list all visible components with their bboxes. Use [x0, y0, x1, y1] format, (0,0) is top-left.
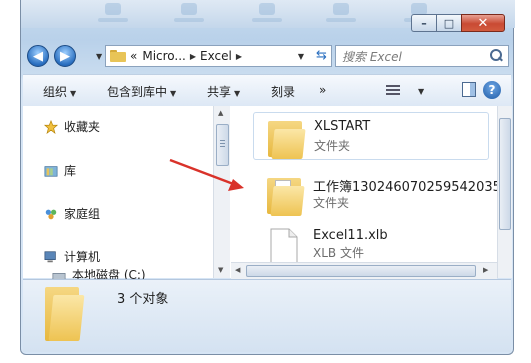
- forward-button[interactable]: ▶: [54, 45, 76, 67]
- scroll-up-icon[interactable]: ▲: [218, 109, 223, 117]
- file-icon: [270, 228, 298, 264]
- minimize-button[interactable]: –: [411, 14, 436, 32]
- breadcrumb-item-excel[interactable]: Excel: [200, 49, 232, 63]
- forward-arrow-icon: ▶: [60, 48, 70, 64]
- search-input[interactable]: 搜索 Excel: [342, 48, 402, 65]
- star-icon: [43, 119, 59, 134]
- caption-buttons: – □ ✕: [411, 14, 505, 32]
- dropdown-arrow-icon: ▼: [170, 89, 177, 98]
- dropdown-arrow-icon: ▼: [70, 89, 77, 98]
- share-label: 共享: [207, 85, 232, 99]
- file-list: XLSTART 文件夹 工作簿1302460702595420350 文件夹 E…: [231, 106, 509, 278]
- search-box[interactable]: 搜索 Excel: [335, 45, 509, 67]
- include-in-library-label: 包含到库中: [107, 85, 168, 99]
- recent-pages-dropdown[interactable]: ▼: [96, 52, 102, 61]
- navigation-bar: ◀ ▶ ▼ « Micro... ▶ Excel ▶ ▼ ⇆ 搜索 Excel: [21, 42, 515, 70]
- sidebar-item-label: 家庭组: [64, 207, 101, 221]
- share-menu[interactable]: 共享 ▼: [207, 83, 240, 100]
- help-icon[interactable]: ?: [483, 81, 501, 99]
- folder-icon: [110, 50, 126, 62]
- organize-menu[interactable]: 组织 ▼: [43, 83, 76, 100]
- breadcrumb-overflow[interactable]: «: [130, 49, 137, 63]
- item-count: 3 个对象: [117, 292, 169, 307]
- file-name: XLSTART: [314, 119, 371, 134]
- homegroup-icon: [45, 209, 57, 219]
- change-view-icon[interactable]: [386, 83, 402, 97]
- organize-label: 组织: [43, 85, 68, 99]
- file-name: Excel11.xlb: [313, 228, 388, 243]
- navigation-pane-scrollbar[interactable]: ▲ ▼: [213, 106, 230, 278]
- file-type: XLB 文件: [313, 246, 364, 260]
- ghost-toolbar-icon: [93, 3, 133, 25]
- include-in-library-menu[interactable]: 包含到库中 ▼: [107, 83, 176, 100]
- sidebar-item-computer[interactable]: 计算机: [43, 248, 100, 265]
- dropdown-arrow-icon: ▼: [234, 89, 241, 98]
- folder-icon: [267, 176, 305, 216]
- sidebar-item-label: 本地磁盘 (C:): [72, 269, 146, 279]
- ghost-toolbar-icon: [321, 3, 361, 25]
- scroll-down-icon[interactable]: ▼: [218, 266, 223, 274]
- close-button[interactable]: ✕: [461, 14, 505, 32]
- sidebar-item-label: 收藏夹: [64, 120, 101, 134]
- scrollbar-thumb[interactable]: [216, 124, 229, 166]
- sidebar-item-homegroup[interactable]: 家庭组: [43, 205, 100, 222]
- scrollbar-thumb[interactable]: [499, 118, 511, 230]
- sidebar-item-label: 计算机: [64, 250, 101, 264]
- ghost-toolbar-icon: [169, 3, 209, 25]
- scrollbar-thumb[interactable]: [246, 265, 476, 277]
- search-icon[interactable]: [490, 49, 504, 63]
- file-list-horizontal-scrollbar[interactable]: ◀ ▶: [231, 262, 497, 279]
- sidebar-item-libraries[interactable]: 库: [43, 162, 76, 179]
- back-arrow-icon: ◀: [33, 48, 43, 64]
- explorer-window: – □ ✕ ◀ ▶ ▼ « Micro... ▶ Excel ▶ ▼ ⇆ 搜索 …: [20, 0, 515, 355]
- sidebar-item-favorites[interactable]: 收藏夹: [43, 118, 100, 135]
- ghost-toolbar-icon: [247, 3, 287, 25]
- maximize-button[interactable]: □: [436, 14, 461, 32]
- navigation-pane: 收藏夹 库 家庭组 计算机 本地磁盘 (C:): [23, 106, 213, 279]
- more-commands-button[interactable]: »: [319, 83, 326, 97]
- command-bar: 组织 ▼ 包含到库中 ▼ 共享 ▼ 刻录 » ▼ ?: [23, 74, 511, 107]
- breadcrumb-item-microsoft[interactable]: Micro...: [142, 49, 186, 63]
- breadcrumb-separator-icon[interactable]: ▶: [236, 52, 242, 61]
- computer-icon: [44, 250, 56, 262]
- address-dropdown-icon[interactable]: ▼: [293, 52, 309, 61]
- address-bar[interactable]: « Micro... ▶ Excel ▶ ▼: [105, 45, 332, 67]
- burn-button[interactable]: 刻录: [271, 83, 295, 100]
- folder-icon: [45, 285, 85, 341]
- drive-icon: [52, 273, 66, 279]
- folder-icon: [268, 119, 306, 159]
- content-area: 收藏夹 库 家庭组 计算机 本地磁盘 (C:) ▲ ▼ XLSTART 文件夹 …: [23, 106, 512, 279]
- sidebar-item-local-disk[interactable]: 本地磁盘 (C:): [43, 269, 146, 279]
- breadcrumb-separator-icon[interactable]: ▶: [190, 52, 196, 61]
- file-item-workbook-folder[interactable]: 工作簿1302460702595420350 文件夹: [253, 170, 509, 218]
- scroll-left-icon[interactable]: ◀: [235, 266, 240, 274]
- scroll-right-icon[interactable]: ▶: [483, 266, 488, 274]
- details-pane: 3 个对象: [23, 279, 511, 352]
- file-type: 文件夹: [313, 196, 350, 210]
- refresh-icon[interactable]: ⇆: [311, 46, 332, 66]
- view-options-dropdown[interactable]: ▼: [415, 83, 424, 97]
- dropdown-arrow-icon: ▼: [418, 87, 425, 96]
- back-button[interactable]: ◀: [27, 45, 49, 67]
- file-name: 工作簿1302460702595420350: [313, 180, 510, 195]
- preview-pane-icon[interactable]: [462, 82, 476, 97]
- file-type: 文件夹: [314, 139, 351, 153]
- file-item-xlstart[interactable]: XLSTART 文件夹: [253, 112, 489, 160]
- sidebar-item-label: 库: [64, 164, 77, 178]
- file-list-scrollbar[interactable]: [497, 106, 512, 278]
- library-icon: [44, 165, 58, 177]
